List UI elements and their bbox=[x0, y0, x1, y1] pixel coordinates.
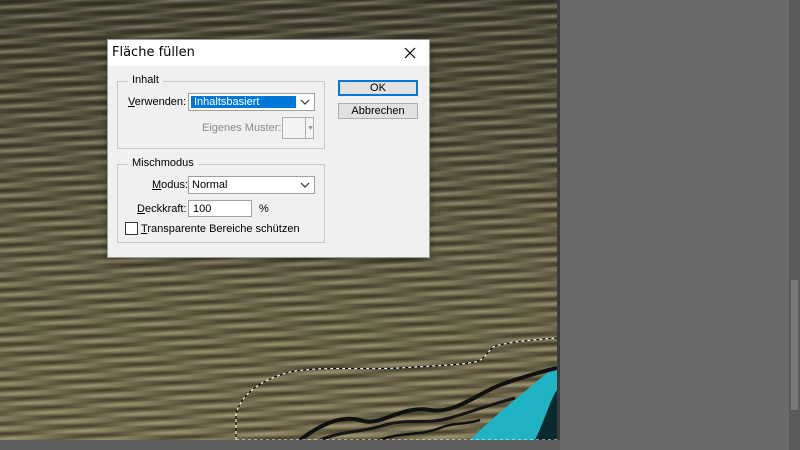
use-select[interactable]: Inhaltsbasiert bbox=[188, 93, 315, 111]
dialog-titlebar[interactable]: Fläche füllen bbox=[108, 40, 429, 66]
photoshop-workspace: Fläche füllen Inhalt Verwenden: Inhaltsb… bbox=[0, 0, 800, 450]
mode-select[interactable]: Normal bbox=[188, 176, 315, 194]
opacity-label: Deckkraft: bbox=[137, 203, 187, 215]
custom-pattern-label: Eigenes Muster: bbox=[202, 122, 282, 134]
content-group-legend: Inhalt bbox=[128, 74, 163, 86]
opacity-unit: % bbox=[259, 203, 269, 215]
blend-group-legend: Mischmodus bbox=[128, 157, 198, 169]
preserve-transparency-label[interactable]: Transparente Bereiche schützen bbox=[141, 223, 300, 235]
mode-label: Modus: bbox=[152, 179, 189, 191]
canvas-border bbox=[557, 0, 560, 440]
close-button[interactable] bbox=[395, 41, 425, 65]
use-select-value: Inhaltsbasiert bbox=[194, 96, 260, 108]
scrollbar-thumb[interactable] bbox=[791, 280, 798, 410]
mode-select-value: Normal bbox=[192, 179, 228, 191]
fill-dialog: Fläche füllen Inhalt Verwenden: Inhaltsb… bbox=[107, 39, 430, 258]
custom-pattern-picker bbox=[282, 117, 314, 139]
canvas-bottom-border bbox=[0, 440, 560, 450]
cancel-button[interactable]: Abbrechen bbox=[338, 103, 418, 119]
chevron-down-icon bbox=[300, 182, 310, 188]
close-icon bbox=[404, 47, 416, 59]
opacity-value: 100 bbox=[193, 203, 212, 215]
use-label: Verwenden: bbox=[128, 96, 187, 108]
chevron-down-icon bbox=[308, 126, 313, 130]
chevron-down-icon bbox=[300, 99, 310, 105]
dialog-title: Fläche füllen bbox=[112, 45, 195, 60]
ok-button[interactable]: OK bbox=[338, 80, 418, 96]
preserve-transparency-checkbox[interactable] bbox=[125, 222, 138, 235]
opacity-input[interactable]: 100 bbox=[188, 200, 252, 217]
